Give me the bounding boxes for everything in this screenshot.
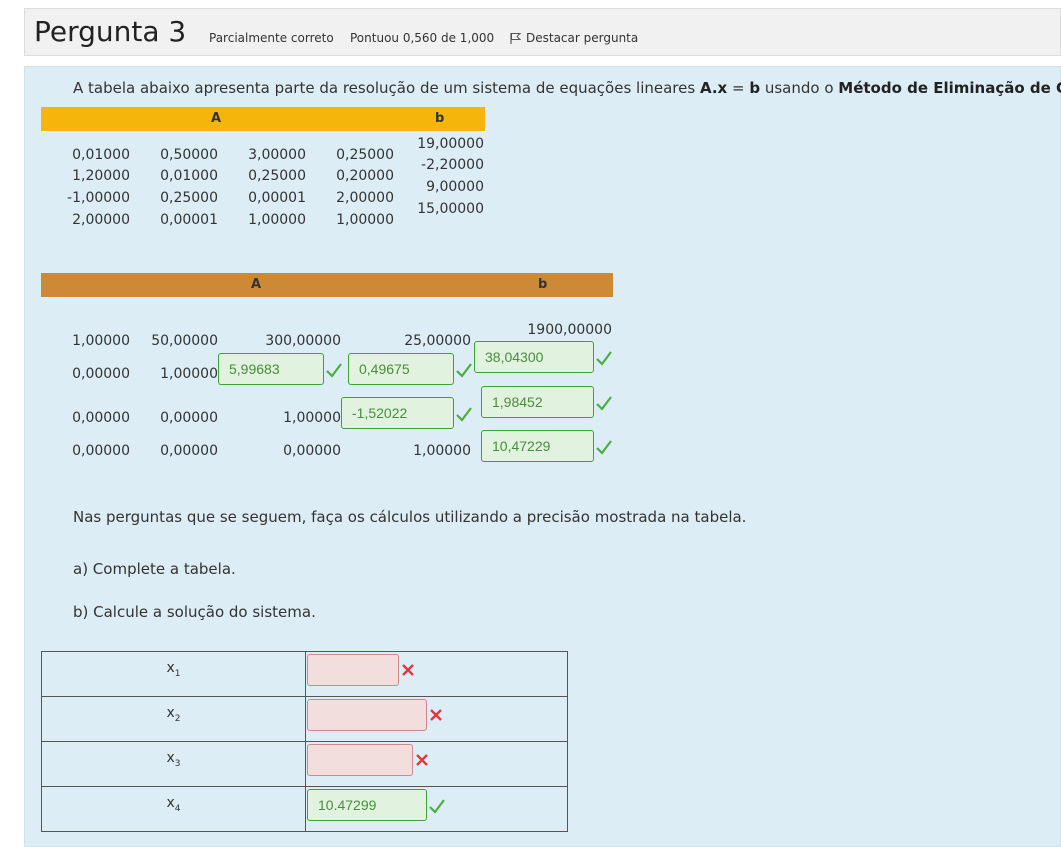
t2-r4c3: 0,00000 (283, 443, 341, 459)
t2-r4c4: 1,00000 (413, 443, 471, 459)
correct-check-icon (596, 396, 612, 411)
t1-a31: -1,00000 (67, 190, 130, 206)
answer-input-r3b[interactable]: 1,98452 (481, 386, 594, 418)
t1-a33: 0,00001 (248, 190, 306, 206)
t1-a23: 0,25000 (248, 168, 306, 184)
solution-row: x1 (41, 651, 568, 697)
intro-equation: A.x (699, 79, 728, 97)
t1-a32: 0,25000 (160, 190, 218, 206)
correct-check-icon (326, 363, 342, 378)
solution-input-x2[interactable] (307, 699, 427, 731)
incorrect-cross-icon (430, 709, 442, 721)
answer-input-r3c4[interactable]: -1,52022 (341, 397, 454, 429)
question-grade: Pontuou 0,560 de 1,000 (350, 31, 495, 45)
t1-b1: 19,00000 (417, 136, 484, 152)
answer-input-r4b[interactable]: 10,47229 (481, 430, 594, 462)
answer-input-r2c3[interactable]: 5,99683 (218, 353, 324, 385)
solution-row: x4 10.47299 (41, 786, 568, 832)
solution-var-label: x4 (41, 786, 306, 832)
question-state: Parcialmente correto (209, 31, 334, 45)
t1-a34: 2,00000 (336, 190, 394, 206)
answer-input-r2b[interactable]: 38,04300 (474, 341, 594, 373)
correct-check-icon (596, 440, 612, 455)
t1-a14: 0,25000 (336, 147, 394, 163)
t1-a24: 0,20000 (336, 168, 394, 184)
instructions-text: Nas perguntas que se seguem, faça os cál… (73, 508, 747, 526)
t1-b3: 9,00000 (426, 179, 484, 195)
t2-r4c2: 0,00000 (160, 443, 218, 459)
solution-table: x1 x2 x3 x4 10.47299 (41, 651, 568, 832)
solution-input-x3[interactable] (307, 744, 413, 776)
t1-a22: 0,01000 (160, 168, 218, 184)
t2-r1b: 1900,00000 (527, 322, 612, 338)
t1-b2: -2,20000 (421, 157, 484, 173)
solution-input-x4[interactable]: 10.47299 (307, 789, 427, 821)
part-b-text: b) Calcule a solução do sistema. (73, 603, 316, 621)
table2-header-b: b (538, 277, 548, 292)
table1-header-bar: A b (41, 107, 485, 131)
intro-text: A tabela abaixo apresenta parte da resol… (73, 79, 700, 97)
t1-a11: 0,01000 (72, 147, 130, 163)
table1-header-b: b (435, 111, 445, 126)
t2-r1c4: 25,00000 (404, 333, 471, 349)
flag-icon (510, 33, 522, 44)
correct-check-icon (456, 407, 472, 422)
solution-var-label: x3 (41, 741, 306, 787)
t1-a12: 0,50000 (160, 147, 218, 163)
solution-row: x2 (41, 696, 568, 742)
t2-r1c2: 50,00000 (151, 333, 218, 349)
t1-a43: 1,00000 (248, 212, 306, 228)
question-intro: A tabela abaixo apresenta parte da resol… (73, 79, 1061, 97)
t1-a21: 1,20000 (72, 168, 130, 184)
t2-r2c1: 0,00000 (72, 366, 130, 382)
table2-header-bar: A b (41, 273, 613, 297)
solution-var-label: x2 (41, 696, 306, 742)
correct-check-icon (429, 799, 445, 814)
t2-r4c1: 0,00000 (72, 443, 130, 459)
question-title: Pergunta 3 (34, 15, 187, 48)
correct-check-icon (596, 351, 612, 366)
correct-check-icon (456, 363, 472, 378)
table2-header-a: A (251, 277, 262, 292)
intro-method: Método de Eliminação de Gauss (838, 79, 1061, 97)
answer-input-r2c4[interactable]: 0,49675 (348, 353, 454, 385)
flag-question-link[interactable]: Destacar pergunta (510, 31, 638, 45)
question-header: Pergunta 3 Parcialmente correto Pontuou … (24, 8, 1061, 56)
incorrect-cross-icon (416, 754, 428, 766)
t1-a42: 0,00001 (160, 212, 218, 228)
t1-a13: 3,00000 (248, 147, 306, 163)
t2-r1c3: 300,00000 (265, 333, 341, 349)
part-a-text: a) Complete a tabela. (73, 560, 236, 578)
solution-input-x1[interactable] (307, 654, 399, 686)
question-content: A tabela abaixo apresenta parte da resol… (24, 66, 1061, 847)
incorrect-cross-icon (402, 664, 414, 676)
t1-a44: 1,00000 (336, 212, 394, 228)
solution-row: x3 (41, 741, 568, 787)
t1-a41: 2,00000 (72, 212, 130, 228)
t2-r2c2: 1,00000 (160, 366, 218, 382)
t1-b4: 15,00000 (417, 201, 484, 217)
t2-r3c1: 0,00000 (72, 410, 130, 426)
t2-r3c3: 1,00000 (283, 410, 341, 426)
flag-question-label: Destacar pergunta (526, 31, 639, 45)
intro-equals: = (727, 79, 750, 97)
intro-b: b (749, 79, 761, 97)
intro-using: usando o (760, 79, 839, 97)
table1-header-a: A (211, 111, 222, 126)
t2-r1c1: 1,00000 (72, 333, 130, 349)
t2-r3c2: 0,00000 (160, 410, 218, 426)
solution-var-label: x1 (41, 651, 306, 697)
